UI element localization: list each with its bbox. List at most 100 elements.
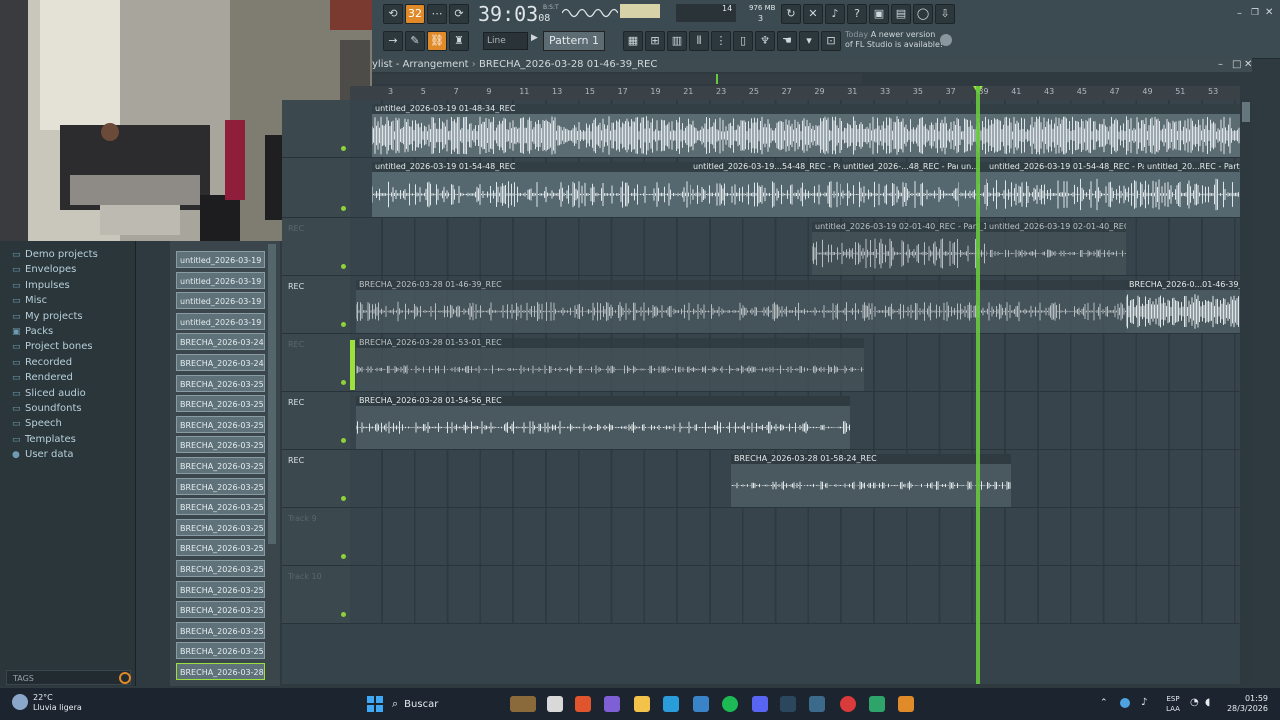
tray-network-icon[interactable]	[1120, 698, 1130, 708]
store-icon[interactable]	[693, 696, 709, 712]
touch-icon[interactable]: ☚	[777, 31, 797, 51]
audio-clip[interactable]: BRECHA_2026-0...01-46-39_REC	[1126, 280, 1240, 333]
news-widget-icon[interactable]	[510, 696, 536, 712]
channel-button[interactable]: BRECHA_2026-03-28 01-...	[176, 663, 265, 680]
track-header[interactable]: REC	[282, 218, 350, 276]
track-mute-led[interactable]	[341, 496, 346, 501]
playlist-close-icon[interactable]: ✕	[1244, 58, 1252, 72]
browser-item[interactable]: ▣ Packs	[0, 324, 135, 339]
channel-button[interactable]: BRECHA_2026-03-24 23-...	[176, 354, 265, 371]
playlist-vscroll[interactable]	[1240, 100, 1252, 684]
plugin-icon[interactable]: ▤	[891, 4, 911, 24]
channel-button[interactable]: BRECHA_2026-03-25 00-...	[176, 498, 265, 516]
channel-button[interactable]: BRECHA_2026-03-25 00-...	[176, 436, 265, 454]
channel-button[interactable]: BRECHA_2026-03-24 23-...	[176, 333, 265, 351]
microphone-icon[interactable]: ♪	[825, 4, 845, 24]
chat-icon[interactable]: ◯	[913, 4, 933, 24]
audio-clip[interactable]: untitled_2026-03-19 02-01-40_REC - Part_…	[812, 222, 986, 275]
timeline-ruler[interactable]: 3 5 7 9 11 13 15 17 19 21 23 25 27 29 31 33 35 37 39 41 43 45…	[350, 86, 1240, 100]
refresh-icon[interactable]: ↻	[781, 4, 801, 24]
track-mute-led[interactable]	[341, 612, 346, 617]
track-header[interactable]	[282, 100, 350, 158]
audio-clip[interactable]: untitled_2026-03-19 01-54-48_REC - Part_…	[986, 162, 1144, 217]
weather-widget[interactable]: 22°C Lluvia ligera	[33, 693, 82, 713]
channel-button[interactable]: untitled_2026-03-19 02-...	[176, 292, 265, 310]
track-mute-led[interactable]	[341, 554, 346, 559]
stepseq-icon[interactable]: ⋮	[711, 31, 731, 51]
system-clock[interactable]: 01:59 28/3/2026	[1216, 694, 1268, 714]
audio-clip[interactable]: BRECHA_2026-03-28 01-54-56_REC	[356, 396, 850, 449]
tray-wifi-icon[interactable]: ◔	[1190, 697, 1199, 708]
minimize-icon[interactable]: –	[1237, 8, 1242, 19]
weather-icon[interactable]	[12, 694, 28, 710]
chrome-icon[interactable]	[840, 696, 856, 712]
audio-clip[interactable]: BRECHA_2026-03-28 01-58-24_REC	[731, 454, 1011, 507]
browser-item[interactable]: ▭ Sliced audio	[0, 386, 135, 401]
snap-select[interactable]: Line	[483, 32, 528, 50]
spotify-icon[interactable]	[722, 696, 738, 712]
audio-clip[interactable]: untitled_2026-03-19 01-54-48_REC	[372, 162, 690, 217]
track-header[interactable]: Track 9	[282, 508, 350, 566]
step-edit-icon[interactable]: ⋯	[427, 4, 447, 24]
search-icon[interactable]	[119, 672, 131, 684]
playlist-breadcrumb[interactable]: BRECHA_2026-03-28 01-46-39_REC	[479, 59, 657, 70]
audio-clip[interactable]: BRECHA_2026-03-28 01-53-01_REC	[356, 338, 864, 391]
channel-rack-icon[interactable]: ⊞	[645, 31, 665, 51]
audio-clip[interactable]: untitled_2026-03-19 01-48-34_REC	[372, 104, 1240, 157]
browser-item[interactable]: ▭ Demo projects	[0, 247, 135, 262]
track-mute-led[interactable]	[341, 206, 346, 211]
audio-clip[interactable]: un...	[958, 162, 986, 217]
tags-field[interactable]: TAGS	[6, 670, 131, 685]
channel-button[interactable]: BRECHA_2026-03-25 00-...	[176, 395, 265, 413]
browser-item[interactable]: ▭ Templates	[0, 432, 135, 447]
track-lane[interactable]	[350, 566, 1240, 624]
tempo-tag-button[interactable]: 32	[405, 4, 425, 24]
track-mute-led[interactable]	[341, 264, 346, 269]
playlist-maximize-icon[interactable]: □	[1232, 58, 1241, 72]
audio-clip[interactable]: BRECHA_2026-03-28 01-46-39_REC	[356, 280, 1126, 333]
channel-button[interactable]: BRECHA_2026-03-25 00-...	[176, 457, 265, 474]
channel-button[interactable]: BRECHA_2026-03-25 00-...	[176, 580, 265, 598]
audio-clip[interactable]: untitled_20...REC - Part_3	[1144, 162, 1240, 217]
save-icon[interactable]: ▣	[869, 4, 889, 24]
audio-clip[interactable]: untitled_2026-03-19...54-48_REC - Part_3	[690, 162, 840, 217]
track-header[interactable]	[282, 158, 350, 218]
channel-button[interactable]: BRECHA_2026-03-25 00-...	[176, 374, 265, 392]
browser-icon[interactable]: ▯	[733, 31, 753, 51]
download-icon[interactable]: ⇩	[935, 4, 955, 24]
file-explorer-icon[interactable]	[634, 696, 650, 712]
master-volume-meter[interactable]	[620, 4, 660, 18]
app-icon[interactable]	[604, 696, 620, 712]
stamp-tool-icon[interactable]: ♜	[449, 31, 469, 51]
track-header[interactable]: REC	[282, 276, 350, 334]
language-indicator[interactable]: ESP LAA	[1162, 694, 1184, 714]
close-icon[interactable]: ✕	[1265, 7, 1273, 18]
app2-icon[interactable]	[869, 696, 885, 712]
channel-scrollbar[interactable]	[268, 244, 276, 544]
browser-item[interactable]: ▭ Rendered	[0, 370, 135, 385]
track-header[interactable]: REC	[282, 450, 350, 508]
pattern-prev-icon[interactable]: ▶	[531, 33, 538, 43]
browser-item[interactable]: ▭ Envelopes	[0, 262, 135, 277]
tray-volume-icon[interactable]: ◖	[1205, 697, 1210, 708]
loop-record-icon[interactable]: ⟲	[383, 4, 403, 24]
fl-studio-icon[interactable]	[898, 696, 914, 712]
browser-item[interactable]: ● User data	[0, 447, 135, 462]
browser-item[interactable]: ▭ Misc	[0, 293, 135, 308]
help-icon[interactable]: ?	[847, 4, 867, 24]
track-header[interactable]: Track 10	[282, 566, 350, 624]
maximize-icon[interactable]: ❐	[1251, 8, 1259, 18]
piano-roll-icon[interactable]: ▥	[667, 31, 687, 51]
track-header[interactable]: REC	[282, 334, 350, 392]
playlist-hscroll[interactable]	[372, 74, 862, 84]
channel-button[interactable]: BRECHA_2026-03-25 23-...	[176, 642, 265, 660]
channel-button[interactable]: untitled_2026-03-19 02-...	[176, 312, 265, 330]
vscroll-thumb[interactable]	[1242, 102, 1250, 122]
blend-icon[interactable]: ⟳	[449, 4, 469, 24]
globe-icon[interactable]	[940, 34, 952, 46]
track-mute-led[interactable]	[341, 322, 346, 327]
browser-item[interactable]: ▭ Project bones	[0, 339, 135, 354]
draw-tool-icon[interactable]: ✎	[405, 31, 425, 51]
task-view-icon[interactable]	[547, 696, 563, 712]
track-header[interactable]: REC	[282, 392, 350, 450]
